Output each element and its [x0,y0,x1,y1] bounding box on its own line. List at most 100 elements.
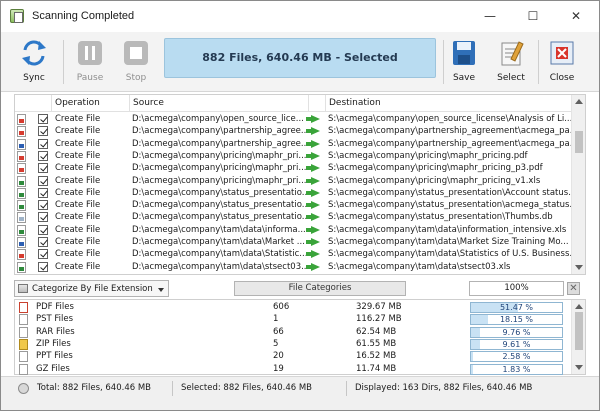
select-button[interactable]: Select [488,36,534,88]
column-header-source[interactable]: Source [133,98,164,108]
list-item[interactable]: PST Files 1 116.27 MB 18.15 % [15,313,571,326]
file-type-icon [17,150,26,162]
table-row[interactable]: Create File D:\acmega\company\pricing\map… [15,150,571,162]
close-window-icon[interactable]: ✕ [561,5,591,27]
scroll-down-icon[interactable] [575,365,583,370]
list-item[interactable]: PPT Files 20 16.52 MB 2.58 % [15,350,571,363]
row-checkbox[interactable] [38,261,48,272]
category-size: 11.74 MB [356,363,397,374]
category-name: RAR Files [36,326,75,337]
row-operation: Create File [55,224,101,235]
column-divider [325,95,326,112]
total-status: Total: 882 Files, 640.46 MB [37,383,152,393]
row-checkbox[interactable] [38,126,48,137]
arrow-right-icon [306,238,320,246]
scroll-up-icon[interactable] [575,304,583,309]
row-destination: S:\acmega\company\pricing\maphr_pricing_… [328,175,541,186]
row-checkbox[interactable] [38,175,48,186]
file-categories-button[interactable]: File Categories [234,281,406,296]
operations-list: Operation Source Destination Create File… [14,94,586,275]
categories-scrollbar[interactable] [571,300,585,374]
row-operation: Create File [55,212,101,223]
column-divider [308,95,309,112]
table-row[interactable]: Create File D:\acmega\company\tam\data\st… [15,261,571,273]
row-destination: S:\acmega\company\tam\data\stsect03.xls [328,261,511,272]
select-icon [501,41,524,66]
pause-button[interactable]: Pause [67,36,113,88]
minimize-icon[interactable]: — [475,5,505,27]
row-checkbox[interactable] [38,114,48,124]
category-grid-icon [18,284,28,293]
column-header-destination[interactable]: Destination [329,98,381,108]
category-percent: 9.76 % [502,327,531,337]
row-checkbox[interactable] [38,224,48,235]
table-row[interactable]: Create File D:\acmega\company\tam\data\in… [15,224,571,236]
category-size: 62.54 MB [356,326,397,337]
row-operation: Create File [55,261,101,272]
scroll-thumb[interactable] [575,312,583,350]
save-icon [453,41,475,65]
row-checkbox[interactable] [38,212,48,223]
category-count: 20 [273,351,284,362]
file-type-icon [17,249,26,261]
arrow-right-icon [306,127,320,136]
stop-button[interactable]: Stop [113,36,159,88]
table-row[interactable]: Create File D:\acmega\company\partnership… [15,125,571,138]
row-operation: Create File [55,114,101,124]
row-operation: Create File [55,163,101,174]
arrow-right-icon [306,201,320,210]
close-categories-icon[interactable]: ✕ [567,282,580,295]
list-item[interactable]: RAR Files 66 62.54 MB 9.76 % [15,326,571,338]
sync-label: Sync [23,73,45,83]
close-button[interactable]: Close [539,36,585,88]
pause-icon [78,41,102,65]
maximize-icon[interactable]: ☐ [518,5,548,27]
table-row[interactable]: Create File D:\acmega\company\open_source… [15,113,571,125]
category-percent: 2.58 % [502,352,531,362]
scroll-up-icon[interactable] [575,99,583,104]
row-checkbox[interactable] [38,249,48,260]
table-row[interactable]: Create File D:\acmega\company\status_pres… [15,187,571,199]
table-row[interactable]: Create File D:\acmega\company\status_pres… [15,211,571,224]
list-item[interactable]: PDF Files 606 329.67 MB 51.47 % [15,301,571,313]
row-checkbox[interactable] [38,187,48,198]
table-row[interactable]: Create File D:\acmega\company\pricing\map… [15,175,571,187]
close-icon [550,41,574,65]
categories-list: PDF Files 606 329.67 MB 51.47 % PST Files 1 11… [14,299,586,375]
category-name: PPT Files [36,351,73,362]
list-item[interactable]: ZIP Files 5 61.55 MB 9.61 % [15,338,571,350]
category-count: 606 [273,302,290,312]
row-checkbox[interactable] [38,150,48,161]
categorize-dropdown[interactable]: Categorize By File Extension [14,280,169,297]
row-checkbox[interactable] [38,200,48,211]
scroll-thumb[interactable] [575,131,583,153]
row-checkbox[interactable] [38,237,48,247]
row-operation: Create File [55,249,101,260]
arrow-right-icon [306,151,320,160]
row-destination: S:\acmega\company\partnership_agreement\… [328,126,571,137]
category-count: 1 [273,314,279,325]
category-percent: 18.15 % [499,315,534,325]
table-row[interactable]: Create File D:\acmega\company\tam\data\Ma… [15,236,571,248]
category-size: 16.52 MB [356,351,397,362]
file-type-icon [17,261,26,273]
table-row[interactable]: Create File D:\acmega\company\status_pres… [15,199,571,212]
operations-scrollbar[interactable] [571,95,585,274]
category-size: 116.27 MB [356,314,402,325]
list-item[interactable]: GZ Files 19 11.74 MB 1.83 % [15,363,571,375]
category-size: 61.55 MB [356,338,397,349]
operations-header: Operation Source Destination [15,95,571,112]
table-row[interactable]: Create File D:\acmega\company\partnership… [15,138,571,150]
table-row[interactable]: Create File D:\acmega\company\pricing\map… [15,162,571,175]
arrow-right-icon [306,225,320,234]
table-row[interactable]: Create File D:\acmega\company\tam\data\St… [15,248,571,261]
row-source: D:\acmega\company\partnership_agree... [132,138,307,149]
row-checkbox[interactable] [38,138,48,149]
scroll-down-icon[interactable] [575,265,583,270]
file-category-icon [19,302,28,313]
row-checkbox[interactable] [38,163,48,174]
save-button[interactable]: Save [441,36,487,88]
category-toolbar: Categorize By File Extension File Catego… [14,280,586,297]
sync-button[interactable]: Sync [11,36,57,88]
column-header-operation[interactable]: Operation [55,98,100,108]
